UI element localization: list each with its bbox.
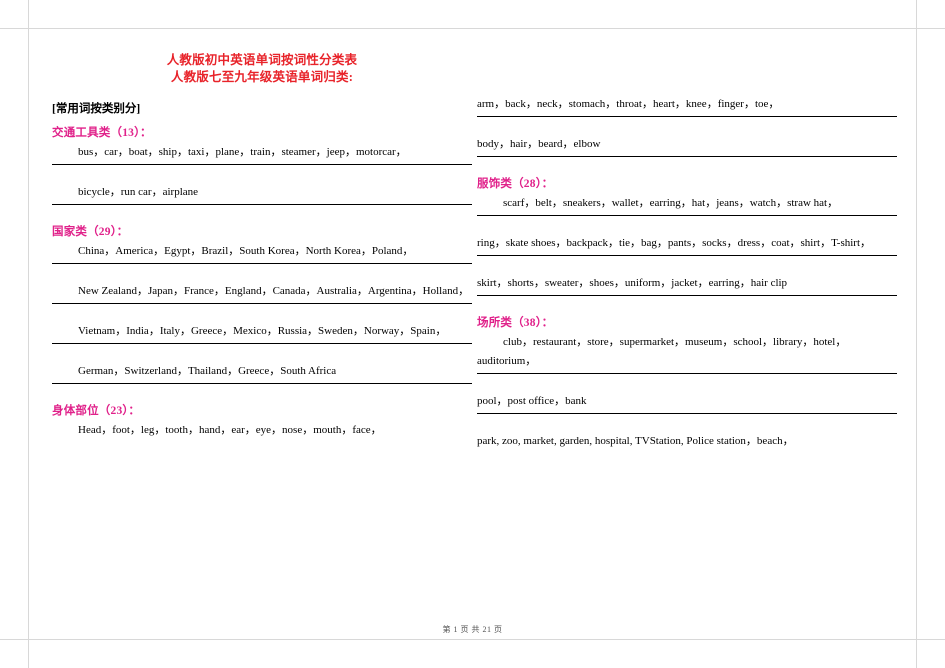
row-spacer [477,256,897,273]
word-list-text: club，restaurant，store，supermarket，museum… [477,336,847,367]
category-body-parts: 身体部位（23）： Head，foot，leg，tooth，hand，ear，e… [52,402,472,442]
word-list-text: scarf，belt，sneakers，wallet，earring，hat，j… [503,197,839,209]
word-list-text: Vietnam，India，Italy，Greece，Mexico，Russia… [78,325,447,337]
section-heading-common-words: [常用词按类别分] [52,103,141,115]
right-column: arm，back，neck，stomach，throat，heart，knee，… [477,94,897,453]
word-list-text: Head，foot，leg，tooth，hand，ear，eye，nose，mo… [78,424,382,436]
page-border-right [916,0,917,668]
word-list-row: China，America，Egypt，Brazil，South Korea，N… [52,241,472,264]
category-countries: 国家类（29）： China，America，Egypt，Brazil，Sout… [52,223,472,384]
word-list-row: bus，car，boat，ship，taxi，plane，train，steam… [52,142,472,165]
word-list-text: bicycle，run car，airplane [78,186,199,198]
row-spacer [477,374,897,391]
category-heading-body-parts: 身体部位（23）： [52,405,141,417]
document-content: 人教版初中英语单词按词性分类表 人教版七至九年级英语单词归类: [常用词按类别分… [52,52,897,453]
word-list-text: body，hair，beard，elbow [477,138,601,150]
document-page: 人教版初中英语单词按词性分类表 人教版七至九年级英语单词归类: [常用词按类别分… [0,0,945,668]
page-border-left [28,0,29,668]
word-list-text: pool，post office，bank [477,395,587,407]
word-list-row: pool，post office，bank [477,391,897,414]
word-list-row: Vietnam，India，Italy，Greece，Mexico，Russia… [52,321,472,344]
word-list-text: China，America，Egypt，Brazil，South Korea，N… [78,245,414,257]
word-list-row: New Zealand，Japan，France，England，Canada，… [52,281,472,304]
category-gap [477,296,897,306]
category-gap [477,157,897,167]
word-list-text: bus，car，boat，ship，taxi，plane，train，steam… [78,146,407,158]
row-spacer [52,264,472,281]
page-border-top [0,28,945,29]
word-list-text: skirt，shorts，sweater，shoes，uniform，jacke… [477,277,788,289]
category-gap [52,384,472,394]
document-title-block: 人教版初中英语单词按词性分类表 人教版七至九年级英语单词归类: [52,52,472,86]
category-places: 场所类（38）： club，restaurant，store，supermark… [477,314,897,453]
row-spacer [477,216,897,233]
row-spacer [52,165,472,182]
category-heading-clothing: 服饰类（28）： [477,178,554,190]
row-spacer [477,414,897,431]
row-spacer [477,117,897,134]
row-spacer [52,304,472,321]
document-title-line1: 人教版初中英语单词按词性分类表 [166,53,358,67]
two-column-layout: [常用词按类别分] 交通工具类（13）： bus，car，boat，ship，t… [52,94,897,453]
word-list-row: skirt，shorts，sweater，shoes，uniform，jacke… [477,273,897,296]
page-border-bottom [0,639,945,640]
left-column: [常用词按类别分] 交通工具类（13）： bus，car，boat，ship，t… [52,94,472,453]
category-heading-countries: 国家类（29）： [52,226,129,238]
document-title-line2: 人教版七至九年级英语单词归类: [170,70,354,84]
category-heading-places: 场所类（38）： [477,317,554,329]
word-list-row: park, zoo, market, garden, hospital, TVS… [477,431,897,453]
word-list-row: Head，foot，leg，tooth，hand，ear，eye，nose，mo… [52,420,472,442]
category-clothing: 服饰类（28）： scarf，belt，sneakers，wallet，earr… [477,175,897,296]
page-footer: 第 1 页 共 21 页 [442,625,503,634]
row-spacer [52,344,472,361]
word-list-text: arm，back，neck，stomach，throat，heart，knee，… [477,98,780,110]
word-list-row: German，Switzerland，Thailand，Greece，South… [52,361,472,384]
category-transport: 交通工具类（13）： bus，car，boat，ship，taxi，plane，… [52,124,472,205]
word-list-row: bicycle，run car，airplane [52,182,472,205]
word-list-row: club，restaurant，store，supermarket，museum… [477,332,897,374]
word-list-text: New Zealand，Japan，France，England，Canada，… [78,285,470,297]
category-body-parts-continued: arm，back，neck，stomach，throat，heart，knee，… [477,94,897,157]
category-gap [52,205,472,215]
word-list-row: body，hair，beard，elbow [477,134,897,157]
word-list-row: arm，back，neck，stomach，throat，heart，knee，… [477,94,897,117]
word-list-text: park, zoo, market, garden, hospital, TVS… [477,435,794,447]
word-list-text: German，Switzerland，Thailand，Greece，South… [78,365,337,377]
word-list-row: ring，skate shoes，backpack，tie，bag，pants，… [477,233,897,256]
category-heading-transport: 交通工具类（13）： [52,127,152,139]
word-list-text: ring，skate shoes，backpack，tie，bag，pants，… [477,237,871,249]
word-list-row: scarf，belt，sneakers，wallet，earring，hat，j… [477,193,897,216]
